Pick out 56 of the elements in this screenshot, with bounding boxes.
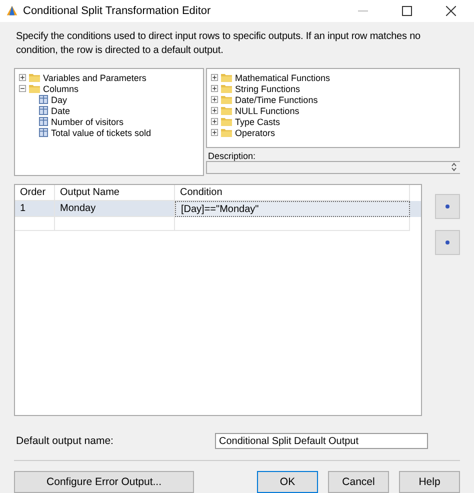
folder-icon	[221, 73, 232, 82]
app-icon	[6, 5, 18, 17]
folder-icon	[221, 95, 232, 104]
table-cell: 1	[15, 201, 55, 217]
expand-icon[interactable]	[211, 74, 218, 81]
folder-icon	[221, 84, 232, 93]
default-output-field[interactable]: Conditional Split Default Output	[215, 433, 428, 449]
default-output-label: Default output name:	[16, 435, 114, 447]
folder-icon	[221, 106, 232, 115]
tree-item[interactable]: Mathematical Functions	[235, 72, 330, 82]
column-icon	[39, 117, 48, 126]
tree-item[interactable]: Day	[51, 94, 68, 104]
ok-button[interactable]: OK	[257, 471, 318, 493]
empty-cell[interactable]	[175, 217, 410, 231]
close-icon[interactable]	[446, 6, 456, 16]
tree-item[interactable]: Variables and Parameters	[43, 72, 146, 82]
tree-item[interactable]: String Functions	[235, 84, 300, 94]
configure-error-output-button[interactable]: Configure Error Output...	[14, 471, 194, 493]
grid-row[interactable]: 1 Monday [Day]=="Monday"	[15, 201, 421, 217]
move-up-button[interactable]	[435, 194, 460, 219]
instructions-text: Specify the conditions used to direct input rows to specific outputs. If an input row matches no condition, the row is directed to a default output.	[16, 30, 422, 58]
spinner-icon[interactable]	[451, 162, 457, 172]
empty-cell[interactable]	[55, 217, 175, 231]
folder-icon	[221, 128, 232, 137]
expand-icon[interactable]	[211, 96, 218, 103]
move-down-button[interactable]	[435, 230, 460, 255]
tree-item[interactable]: NULL Functions	[235, 106, 300, 116]
collapse-icon[interactable]	[19, 85, 26, 92]
description-field[interactable]	[206, 161, 460, 174]
empty-cell[interactable]	[15, 217, 55, 231]
folder-icon	[29, 73, 40, 82]
folder-icon	[221, 117, 232, 126]
condition-field[interactable]: [Day]=="Monday"	[175, 201, 410, 217]
tree-item[interactable]: Total value of tickets sold	[51, 128, 152, 138]
column-icon	[39, 128, 48, 137]
column-icon	[39, 95, 48, 104]
expand-icon[interactable]	[211, 85, 218, 92]
dot-icon	[445, 204, 450, 209]
expand-icon[interactable]	[211, 107, 218, 114]
window-title: Conditional Split Transformation Editor	[23, 5, 211, 17]
column-icon	[39, 106, 48, 115]
help-button[interactable]: Help	[399, 471, 460, 493]
description-label: Description:	[207, 151, 257, 161]
maximize-icon[interactable]	[402, 6, 412, 16]
expand-icon[interactable]	[19, 74, 26, 81]
tree-item[interactable]: Date	[51, 106, 70, 116]
tree-item[interactable]: Columns	[43, 84, 79, 94]
dot-icon	[445, 240, 450, 245]
tree-item[interactable]: Operators	[235, 128, 276, 138]
expand-icon[interactable]	[211, 118, 218, 125]
cancel-button[interactable]: Cancel	[328, 471, 389, 493]
folder-icon	[29, 84, 40, 93]
tree-item[interactable]: Type Casts	[235, 116, 280, 126]
tree-item[interactable]: Number of visitors	[51, 116, 124, 126]
expand-icon[interactable]	[211, 129, 218, 136]
tree-item[interactable]: Date/Time Functions	[235, 94, 318, 104]
